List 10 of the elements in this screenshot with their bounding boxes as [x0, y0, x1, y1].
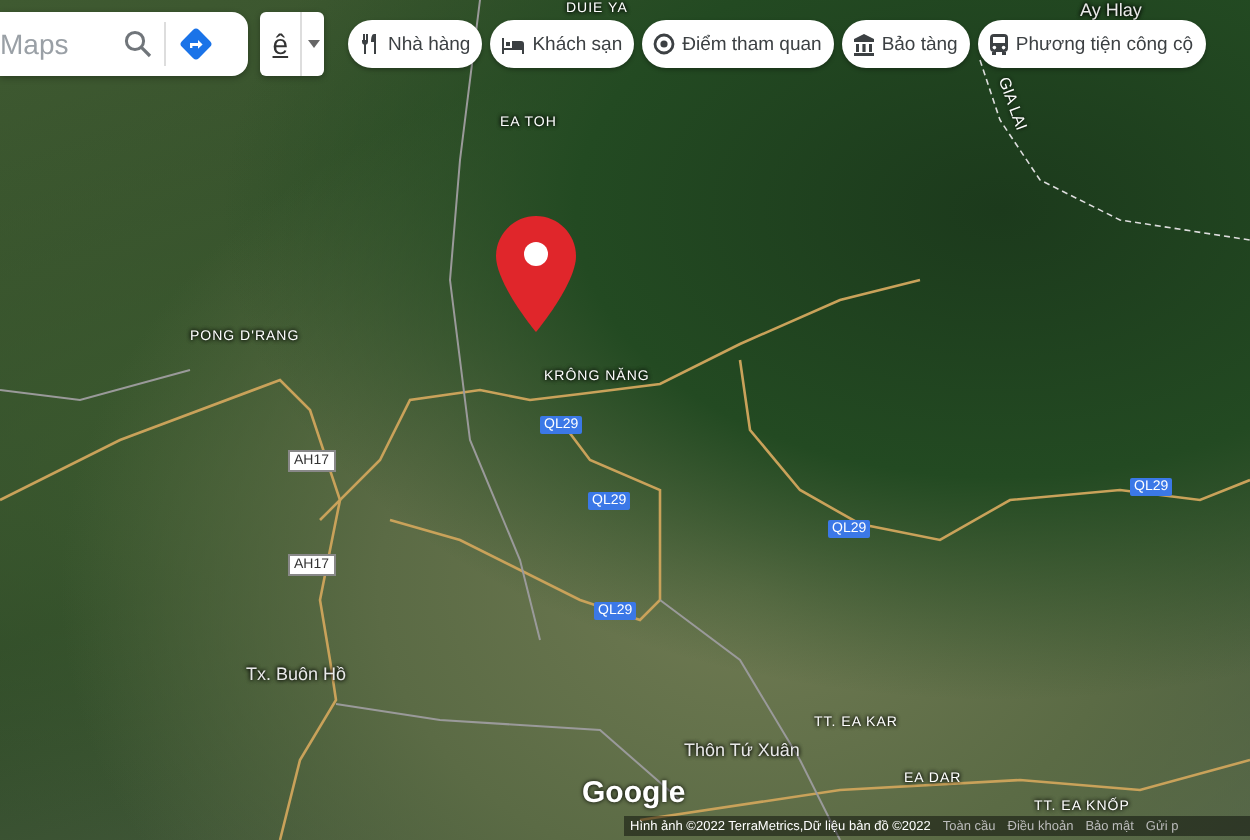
input-method-button[interactable]: ê — [260, 12, 324, 76]
place-label: Ay Hlay — [1080, 2, 1142, 20]
category-chip[interactable]: Bảo tàng — [841, 20, 970, 68]
category-chip[interactable]: Điểm tham quan — [642, 20, 834, 68]
logo: Google — [582, 776, 686, 810]
place-label: GIA LAI — [994, 75, 1029, 133]
category-chip[interactable]: Phương tiện công cộ — [977, 20, 1206, 68]
place-label: Thôn Tứ Xuân — [684, 742, 800, 760]
category-chip[interactable]: Nhà hàng — [348, 20, 483, 68]
category-chip[interactable]: Khách sạn — [490, 20, 635, 68]
